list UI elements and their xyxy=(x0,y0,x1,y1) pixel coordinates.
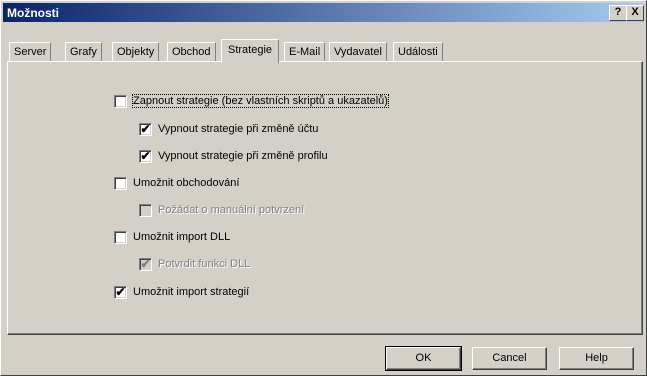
manual-confirmation-checkbox xyxy=(139,203,152,217)
option-allow-dll-import[interactable]: Umožnit import DLL xyxy=(114,230,230,244)
disable-on-profile-change-checkbox[interactable]: ✔ xyxy=(139,148,152,163)
enable-strategies-checkbox[interactable] xyxy=(114,94,127,108)
tab-email[interactable]: E-Mail xyxy=(284,42,326,62)
option-disable-on-account-change[interactable]: ✔ Vypnout strategie při změně účtu xyxy=(139,122,318,136)
option-allow-strategy-import[interactable]: ✔ Umožnit import strategií xyxy=(114,285,249,299)
checkmark-icon: ✔ xyxy=(140,256,151,271)
option-manual-confirmation: Požádat o manuální potvrzení xyxy=(139,203,304,217)
tab-strategie[interactable]: Strategie xyxy=(221,39,280,63)
checkmark-icon: ✔ xyxy=(140,121,151,136)
allow-trading-checkbox[interactable] xyxy=(114,176,127,190)
option-label: Vypnout strategie při změně účtu xyxy=(158,123,319,135)
option-enable-strategies[interactable]: Zapnout strategie (bez vlastních skriptů… xyxy=(114,94,389,108)
help-button[interactable]: Help xyxy=(559,347,634,370)
checkmark-icon: ✔ xyxy=(140,148,151,163)
disable-on-account-change-checkbox[interactable]: ✔ xyxy=(139,121,152,136)
window-title: Možnosti xyxy=(7,6,59,20)
close-title-button[interactable]: X xyxy=(626,5,644,21)
option-allow-trading[interactable]: Umožnit obchodování xyxy=(114,176,239,190)
title-bar[interactable]: Možnosti ? X xyxy=(3,3,644,22)
option-label: Umožnit import strategií xyxy=(133,286,250,298)
confirm-dll-function-checkbox: ✔ xyxy=(139,256,152,271)
option-label: Požádat o manuální potvrzení xyxy=(158,204,305,216)
tab-grafy[interactable]: Grafy xyxy=(65,42,102,62)
tab-server[interactable]: Server xyxy=(9,42,52,62)
checkmark-icon: ✔ xyxy=(115,284,126,299)
option-disable-on-profile-change[interactable]: ✔ Vypnout strategie při změně profilu xyxy=(139,149,328,163)
help-title-button[interactable]: ? xyxy=(609,5,627,21)
option-label: Umožnit import DLL xyxy=(133,231,231,243)
option-label: Potvrdit funkci DLL xyxy=(158,258,251,270)
tab-vydavatel[interactable]: Vydavatel xyxy=(329,42,387,62)
ok-button[interactable]: OK xyxy=(385,346,462,371)
option-label: Zapnout strategie (bez vlastních skriptů… xyxy=(132,94,389,108)
tab-objekty[interactable]: Objekty xyxy=(112,42,160,62)
options-dialog: Možnosti ? X Server Grafy Objekty Obchod… xyxy=(0,0,647,376)
allow-dll-import-checkbox[interactable] xyxy=(114,230,127,244)
cancel-button[interactable]: Cancel xyxy=(472,347,547,370)
tab-obchod[interactable]: Obchod xyxy=(167,42,216,62)
option-confirm-dll-function: ✔ Potvrdit funkci DLL xyxy=(139,257,250,271)
option-label: Umožnit obchodování xyxy=(133,177,240,189)
allow-strategy-import-checkbox[interactable]: ✔ xyxy=(114,284,127,299)
tab-udalosti[interactable]: Události xyxy=(393,42,443,62)
option-label: Vypnout strategie při změně profilu xyxy=(158,150,328,162)
